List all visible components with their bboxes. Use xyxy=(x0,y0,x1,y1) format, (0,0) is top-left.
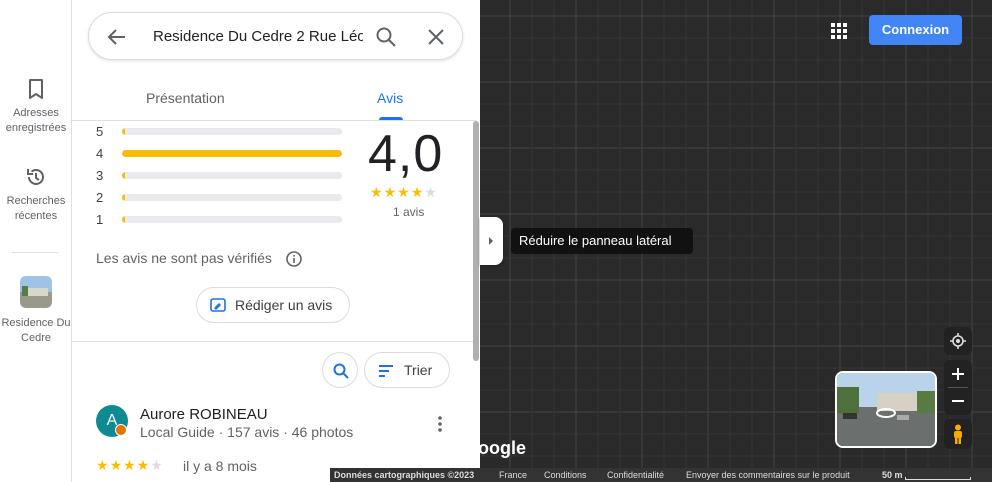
average-stars: ★★★★★ xyxy=(370,184,438,201)
map-data-credit[interactable]: Données cartographiques ©2023 xyxy=(334,468,474,482)
review-author[interactable]: Aurore ROBINEAU xyxy=(140,406,268,423)
search-reviews-button[interactable] xyxy=(322,352,358,388)
review-date: il y a 8 mois xyxy=(183,458,257,474)
map-footer: Données cartographiques ©2023 France Con… xyxy=(330,468,992,482)
privacy-link[interactable]: Confidentialité xyxy=(607,468,664,482)
star-filled-icon: ★ xyxy=(123,457,137,473)
close-icon[interactable] xyxy=(425,26,447,48)
rail-recent-label: Recherches récentes xyxy=(6,195,66,222)
rail-saved[interactable]: Adresses enregistrées xyxy=(0,78,72,136)
star-filled-icon: ★ xyxy=(410,184,425,200)
review-count[interactable]: 1 avis xyxy=(393,205,424,219)
average-rating: 4,0 xyxy=(368,125,444,183)
tab-overview[interactable]: Présentation xyxy=(146,90,225,106)
rail-place-label: Residence Du Cedre xyxy=(1,317,71,344)
more-options-icon[interactable] xyxy=(434,414,446,434)
search-icon[interactable] xyxy=(374,25,398,49)
street-view-image xyxy=(837,373,935,446)
location-target-icon xyxy=(950,333,966,349)
collapse-panel-button[interactable] xyxy=(480,217,503,265)
sort-icon xyxy=(379,365,393,377)
search-input[interactable]: Residence Du Cedre 2 Rue Léo xyxy=(153,28,363,45)
info-icon[interactable] xyxy=(285,250,303,268)
rating-bar xyxy=(122,194,342,201)
google-logo: oogle xyxy=(478,438,526,458)
left-rail: Adresses enregistrées Recherches récente… xyxy=(0,0,72,482)
rail-saved-label: Adresses enregistrées xyxy=(5,107,67,134)
tab-bar: Présentation Avis xyxy=(72,80,476,121)
collapse-tooltip: Réduire le panneau latéral xyxy=(511,228,693,254)
scale-bar xyxy=(905,477,971,480)
star-filled-icon: ★ xyxy=(397,184,411,200)
rating-bar xyxy=(122,172,342,179)
rating-bar xyxy=(122,150,342,157)
panel-scrollbar[interactable] xyxy=(473,121,479,361)
search-icon xyxy=(333,363,349,379)
sort-button[interactable]: Trier xyxy=(364,352,450,388)
tab-reviews[interactable]: Avis xyxy=(377,90,403,106)
sign-in-button[interactable]: Connexion xyxy=(869,15,962,45)
my-location-button[interactable] xyxy=(944,327,972,355)
rating-bar xyxy=(122,216,342,223)
section-divider xyxy=(72,341,476,342)
rating-bar xyxy=(122,128,342,135)
history-icon xyxy=(27,168,44,185)
rating-row-label: 2 xyxy=(96,190,104,205)
review-meta[interactable]: Local Guide · 157 avis · 46 photos xyxy=(140,424,353,440)
street-view-thumbnail[interactable] xyxy=(835,371,937,448)
country-link[interactable]: France xyxy=(499,468,527,482)
pegman-icon xyxy=(954,424,962,444)
back-arrow-icon[interactable] xyxy=(105,25,129,49)
side-panel: Residence Du Cedre 2 Rue Léo Présentatio… xyxy=(72,0,480,482)
search-box[interactable]: Residence Du Cedre 2 Rue Léo xyxy=(88,12,463,60)
rating-row-label: 5 xyxy=(96,124,104,139)
star-filled-icon: ★ xyxy=(383,184,398,200)
rating-row-label: 3 xyxy=(96,168,104,183)
zoom-out-icon[interactable] xyxy=(951,394,965,408)
rail-divider xyxy=(12,252,58,253)
write-review-button[interactable]: Rédiger un avis xyxy=(196,287,350,323)
place-thumbnail xyxy=(20,276,52,308)
pegman-button[interactable] xyxy=(944,419,972,449)
write-review-label: Rédiger un avis xyxy=(235,297,333,313)
rating-row-label: 1 xyxy=(96,212,104,227)
feedback-link[interactable]: Envoyer des commentaires sur le produit xyxy=(686,468,850,482)
review-stars: ★★★★★ xyxy=(96,457,164,474)
zoom-control xyxy=(944,360,972,415)
terms-link[interactable]: Conditions xyxy=(544,468,587,482)
star-empty-icon: ★ xyxy=(424,184,438,200)
rail-recent[interactable]: Recherches récentes xyxy=(0,166,72,224)
star-empty-icon: ★ xyxy=(150,457,164,473)
star-filled-icon: ★ xyxy=(370,184,384,200)
local-guide-badge xyxy=(115,424,127,436)
rate-review-icon xyxy=(210,298,226,312)
sort-label: Trier xyxy=(404,362,433,378)
tab-indicator xyxy=(379,117,403,120)
star-filled-icon: ★ xyxy=(136,457,151,473)
scale-label[interactable]: 50 m xyxy=(882,468,903,482)
zoom-in-icon[interactable] xyxy=(951,367,965,381)
star-filled-icon: ★ xyxy=(96,457,110,473)
rating-row-label: 4 xyxy=(96,146,104,161)
rail-place[interactable]: Residence Du Cedre xyxy=(0,276,72,346)
star-filled-icon: ★ xyxy=(109,457,124,473)
apps-grid-icon[interactable] xyxy=(830,22,848,40)
unverified-notice: Les avis ne sont pas vérifiés xyxy=(96,250,272,266)
bookmark-icon xyxy=(29,79,43,99)
chevron-right-icon xyxy=(489,237,493,245)
